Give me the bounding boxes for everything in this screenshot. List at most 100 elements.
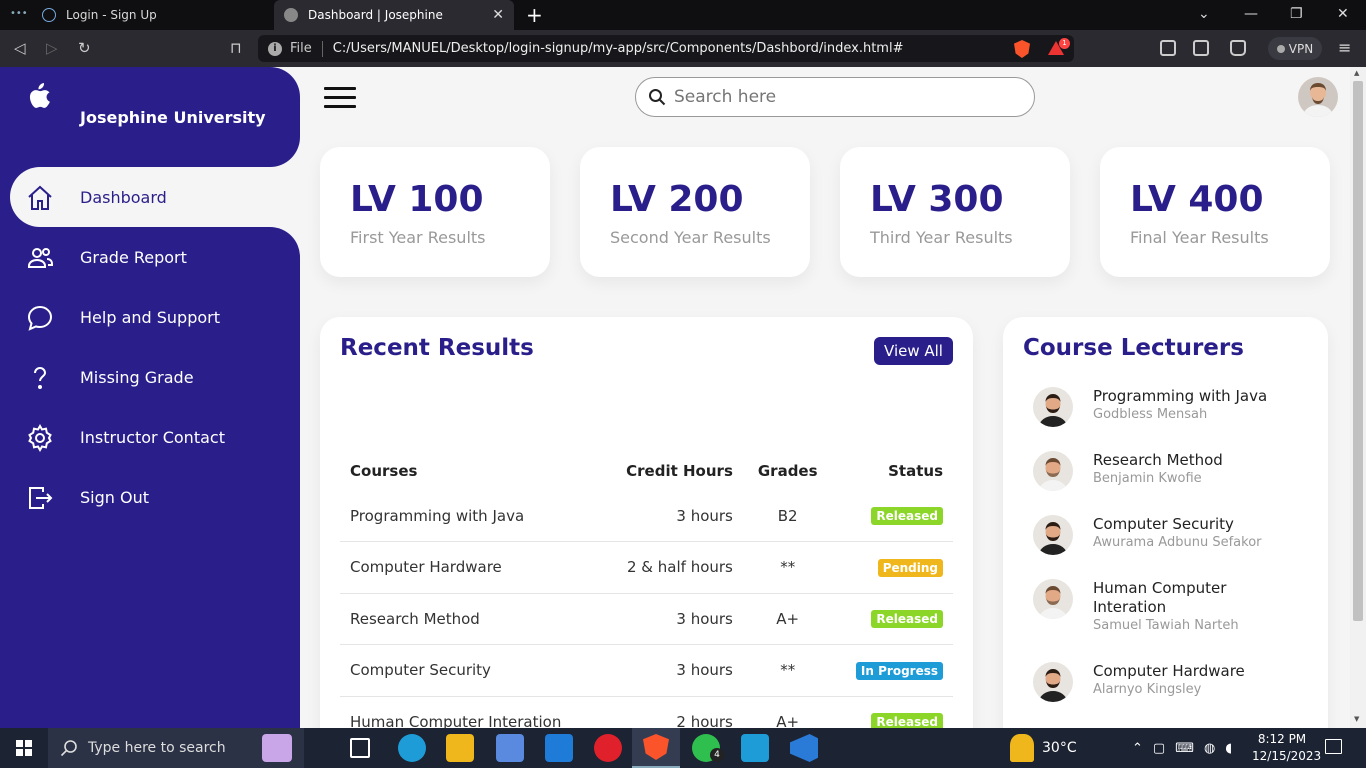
sidebar: Josephine University Dashboard Grade Rep…: [0, 67, 300, 728]
sidebar-item-label: Sign Out: [80, 487, 149, 507]
extensions-icon[interactable]: [1160, 40, 1176, 56]
lecturer-avatar: [1033, 515, 1073, 555]
scroll-down-icon[interactable]: ▼: [1354, 715, 1359, 723]
level-card-200[interactable]: LV 200 Second Year Results: [580, 147, 810, 277]
vpn-label: VPN: [1288, 41, 1314, 56]
sidebar-item-instructor-contact[interactable]: Instructor Contact: [10, 407, 300, 467]
course-lecturers-panel: Course Lecturers Programming with Java Go…: [1003, 317, 1328, 728]
browser-tab-dashboard[interactable]: Dashboard | Josephine ✕: [274, 0, 514, 30]
lecturer-name: Samuel Tawiah Narteh: [1093, 618, 1239, 633]
tab-title: Dashboard | Josephine: [308, 8, 443, 22]
card-label: Final Year Results: [1130, 228, 1269, 247]
minimize-icon[interactable]: —: [1244, 6, 1258, 22]
sidebar-item-help-and-support[interactable]: Help and Support: [10, 287, 300, 347]
vscode-icon[interactable]: [790, 734, 818, 762]
lecturer-course: Computer Hardware: [1093, 662, 1245, 680]
mail-icon[interactable]: [545, 734, 573, 762]
weather-icon[interactable]: [1010, 734, 1034, 762]
volume-icon[interactable]: ◖: [1225, 741, 1232, 756]
react-icon: [42, 8, 56, 22]
card-label: Third Year Results: [870, 228, 1013, 247]
close-window-icon[interactable]: ✕: [1337, 6, 1349, 22]
table-row[interactable]: Programming with Java 3 hours B2 Released: [340, 490, 953, 542]
results-table: Courses Credit Hours Grades Status Progr…: [340, 452, 953, 728]
table-row[interactable]: Computer Hardware 2 & half hours ** Pending: [340, 541, 953, 594]
browser-menu-icon[interactable]: ≡: [1338, 38, 1351, 57]
browser-tab-login[interactable]: Login - Sign Up: [30, 0, 274, 30]
course-lecturers-title: Course Lecturers: [1023, 335, 1244, 361]
status-cell: In Progress: [832, 644, 953, 697]
sidebar-item-missing-grade[interactable]: Missing Grade: [10, 347, 300, 407]
edge-icon[interactable]: [398, 734, 426, 762]
bookmark-icon[interactable]: ⊓: [230, 39, 242, 57]
credit-hours-cell: 2 hours: [600, 696, 743, 728]
table-row[interactable]: Research Method 3 hours A+ Released: [340, 593, 953, 645]
credit-hours-cell: 3 hours: [600, 593, 743, 645]
card-label: First Year Results: [350, 228, 486, 247]
user-avatar[interactable]: [1298, 77, 1338, 117]
windows-start-icon[interactable]: [16, 740, 32, 756]
sidebar-item-grade-report[interactable]: Grade Report: [10, 227, 300, 287]
column-header-credit-hours: Credit Hours: [626, 462, 733, 480]
media-app-icon[interactable]: [262, 734, 292, 762]
page-scrollbar[interactable]: ▲ ▼: [1350, 67, 1366, 728]
task-view-icon[interactable]: [350, 738, 370, 758]
table-row[interactable]: Human Computer Interation 2 hours A+ Releas…: [340, 696, 953, 728]
view-all-button[interactable]: View All: [874, 337, 953, 365]
file-explorer-icon[interactable]: [446, 734, 474, 762]
forward-icon[interactable]: ▷: [46, 39, 58, 57]
lecturer-name: Awurama Adbunu Sefakor: [1093, 535, 1262, 550]
search-icon: [649, 89, 666, 106]
search-bar[interactable]: [635, 77, 1035, 117]
search-icon: [60, 740, 77, 757]
close-tab-icon[interactable]: ✕: [492, 7, 504, 23]
reload-icon[interactable]: ↻: [78, 39, 91, 57]
weather-temperature[interactable]: 30°C: [1042, 728, 1077, 768]
remote-desktop-icon[interactable]: [741, 734, 769, 762]
column-header-courses: Courses: [350, 462, 418, 480]
lecturer-avatar: [1033, 387, 1073, 427]
scrollbar-thumb[interactable]: [1353, 81, 1363, 621]
clock-time: 8:12 PM: [1257, 732, 1307, 746]
hamburger-menu-icon[interactable]: [324, 87, 356, 109]
network-icon[interactable]: ◍: [1204, 741, 1215, 756]
restore-icon[interactable]: ❐: [1290, 6, 1303, 22]
url-text: C:/Users/MANUEL/Desktop/login-signup/my-…: [332, 41, 904, 56]
sidebar-item-sign-out[interactable]: Sign Out: [10, 467, 300, 527]
lecturer-name: Alarnyo Kingsley: [1093, 682, 1202, 697]
credit-hours-cell: 3 hours: [600, 490, 743, 542]
table-row[interactable]: Computer Security 3 hours ** In Progress: [340, 644, 953, 697]
new-tab-icon[interactable]: +: [526, 3, 543, 27]
input-method-icon[interactable]: ⌨: [1175, 741, 1194, 756]
vpn-button[interactable]: VPN: [1268, 37, 1322, 60]
opera-icon[interactable]: [594, 734, 622, 762]
brave-menu-icon[interactable]: •••: [10, 8, 28, 22]
wallet-icon[interactable]: [1230, 40, 1246, 56]
card-level: LV 100: [350, 179, 484, 220]
level-card-300[interactable]: LV 300 Third Year Results: [840, 147, 1070, 277]
sidebar-item-dashboard[interactable]: Dashboard: [10, 167, 300, 227]
card-level: LV 200: [610, 179, 744, 220]
card-level: LV 300: [870, 179, 1004, 220]
tab-list-chevron-icon[interactable]: ⌄: [1198, 6, 1210, 22]
notifications-icon[interactable]: [1325, 739, 1342, 754]
info-icon[interactable]: i: [268, 41, 282, 56]
microsoft-store-icon[interactable]: [496, 734, 524, 762]
meet-now-icon[interactable]: ▢: [1153, 741, 1165, 756]
scroll-up-icon[interactable]: ▲: [1354, 69, 1359, 77]
chat-icon: [27, 305, 53, 331]
grade-cell: **: [742, 541, 833, 594]
sidebar-brand[interactable]: Josephine University: [0, 67, 300, 167]
card-level: LV 400: [1130, 179, 1264, 220]
url-field[interactable]: i File C:/Users/MANUEL/Desktop/login-sig…: [258, 35, 1074, 62]
grade-cell: A+: [742, 696, 833, 728]
tray-chevron-icon[interactable]: ⌃: [1132, 741, 1143, 756]
sidebar-toggle-icon[interactable]: [1193, 40, 1209, 56]
search-input[interactable]: [674, 87, 1014, 107]
level-card-100[interactable]: LV 100 First Year Results: [320, 147, 550, 277]
taskbar-search[interactable]: Type here to search: [48, 728, 304, 768]
back-icon[interactable]: ◁: [14, 39, 26, 57]
status-badge: Released: [871, 713, 943, 728]
clock[interactable]: 8:12 PM 12/15/2023: [1252, 731, 1321, 765]
level-card-400[interactable]: LV 400 Final Year Results: [1100, 147, 1330, 277]
